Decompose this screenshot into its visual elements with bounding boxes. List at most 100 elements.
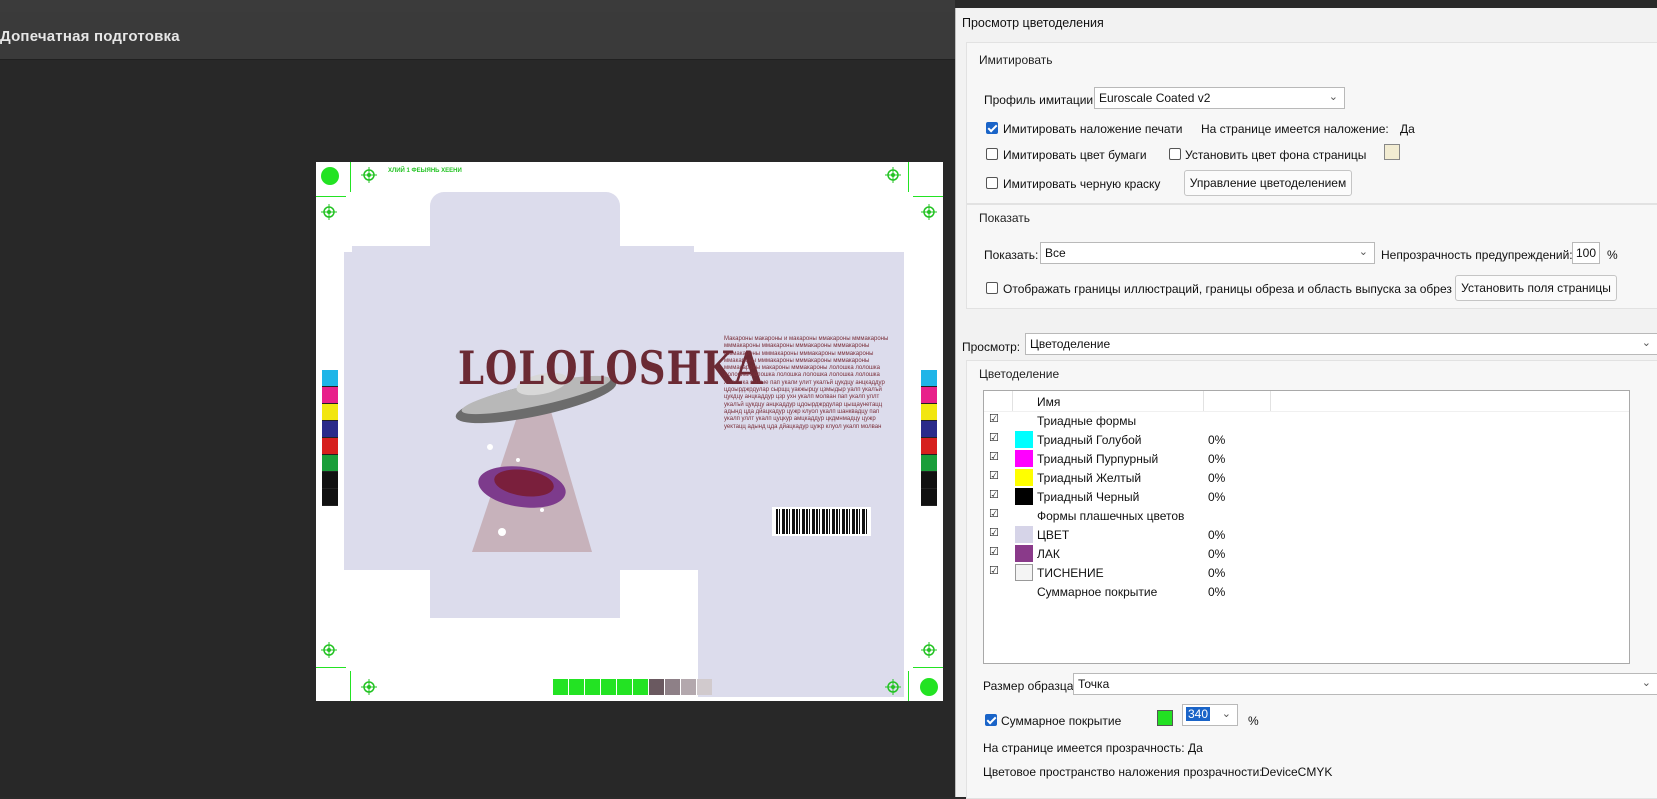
separation-name: ЦВЕТ — [1037, 528, 1070, 542]
separation-checkbox[interactable]: ☑ — [989, 528, 1000, 539]
total-coverage-checkbox[interactable] — [985, 714, 997, 726]
color-control-bar-right — [921, 370, 937, 506]
color-bar-patch — [322, 489, 338, 506]
color-bar-patch — [921, 387, 937, 404]
dialog-title: Просмотр цветоделения — [962, 16, 1104, 30]
chevron-down-icon: ⌄ — [1328, 91, 1338, 103]
separation-checkbox[interactable]: ☑ — [989, 490, 1000, 501]
die-top-flap — [430, 192, 620, 252]
simulate-group-label: Имитировать — [979, 53, 1053, 67]
show-select[interactable]: Все ⌄ — [1040, 242, 1375, 264]
separation-coverage: 0% — [1208, 585, 1226, 599]
separation-checkbox[interactable]: ☑ — [989, 471, 1000, 482]
simulate-overprint-checkbox[interactable] — [986, 122, 998, 134]
ink-manager-button[interactable]: Управление цветоделением — [1184, 170, 1352, 196]
separation-row[interactable]: ☑ Формы плашечных цветов — [984, 506, 1629, 525]
sample-size-select[interactable]: Точка ⌄ — [1073, 673, 1657, 695]
warning-opacity-label: Непрозрачность предупреждений: — [1381, 248, 1573, 262]
registration-mark-icon — [885, 167, 901, 183]
separation-checkbox[interactable]: ☑ — [989, 414, 1000, 425]
swatch-patch — [617, 679, 632, 695]
separation-row[interactable]: ☑ ЛАК 0% — [984, 544, 1629, 563]
page-background-label: Установить цвет фона страницы — [1185, 148, 1367, 162]
show-page-boxes-checkbox[interactable] — [986, 282, 998, 294]
separations-group-label: Цветоделение — [979, 367, 1060, 381]
column-divider — [1270, 391, 1271, 411]
registration-mark-icon — [321, 204, 337, 220]
separation-checkbox[interactable]: ☑ — [989, 566, 1000, 577]
registration-mark-icon — [921, 204, 937, 220]
simulate-overprint-label: Имитировать наложение печати — [1003, 122, 1183, 136]
warning-opacity-unit: % — [1607, 248, 1618, 262]
separation-checkbox[interactable]: ☑ — [989, 509, 1000, 520]
total-coverage-color-swatch[interactable] — [1157, 710, 1173, 726]
tiny-print-text: ХЛИЙ 1 ФЕЫЯНЬ ХЕЕНИ — [388, 168, 462, 174]
simulate-group: Имитировать Профиль имитации: Euroscale … — [966, 42, 1657, 204]
separation-checkbox[interactable]: ☑ — [989, 433, 1000, 444]
color-bar-patch — [322, 438, 338, 455]
color-bar-patch — [322, 421, 338, 438]
simulate-paper-color-checkbox[interactable] — [986, 148, 998, 160]
simulate-black-ink-checkbox[interactable] — [986, 177, 998, 189]
separation-checkbox[interactable] — [989, 585, 1000, 596]
separation-row[interactable]: Суммарное покрытие 0% — [984, 582, 1629, 601]
show-group-label: Показать — [979, 211, 1031, 225]
separation-color-swatch — [1015, 526, 1033, 543]
transparency-info-label: На странице имеется прозрачность: — [983, 741, 1185, 755]
total-coverage-select[interactable]: 340 ⌄ — [1182, 704, 1238, 726]
warning-opacity-input[interactable]: 100 — [1572, 242, 1600, 264]
separation-row[interactable]: ☑ Триадные формы — [984, 411, 1629, 430]
separation-name: Суммарное покрытие — [1037, 585, 1158, 599]
separations-list-header: Имя — [984, 391, 1629, 412]
separation-coverage: 0% — [1208, 452, 1226, 466]
color-bar-patch — [322, 455, 338, 472]
color-control-bar-left — [322, 370, 338, 506]
transparency-info-value: Да — [1188, 741, 1203, 755]
registration-mark-icon — [885, 679, 901, 695]
crop-mark — [316, 196, 346, 197]
simulate-paper-color-label: Имитировать цвет бумаги — [1003, 148, 1147, 162]
overprint-info-label: На странице имеется наложение: — [1201, 122, 1389, 136]
swatch-patch — [633, 679, 648, 695]
separation-checkbox[interactable]: ☑ — [989, 452, 1000, 463]
column-name-header[interactable]: Имя — [1037, 395, 1060, 409]
separation-name: Триадный Желтый — [1037, 471, 1142, 485]
crop-mark — [913, 196, 943, 197]
swatch-patch — [601, 679, 616, 695]
separation-name: Триадный Пурпурный — [1037, 452, 1159, 466]
separation-row[interactable]: ☑ ЦВЕТ 0% — [984, 525, 1629, 544]
crop-mark — [908, 671, 909, 701]
show-page-boxes-label: Отображать границы иллюстраций, границы … — [1003, 282, 1452, 296]
separation-row[interactable]: ☑ ТИСНЕНИЕ 0% — [984, 563, 1629, 582]
swatch-patch — [585, 679, 600, 695]
separation-color-swatch — [1015, 564, 1033, 581]
column-divider — [1012, 391, 1013, 411]
registration-mark-icon — [321, 642, 337, 658]
color-bar-patch — [921, 455, 937, 472]
separation-row[interactable]: ☑ Триадный Пурпурный 0% — [984, 449, 1629, 468]
page-background-color-swatch[interactable] — [1384, 144, 1400, 160]
color-bar-patch — [322, 387, 338, 404]
chevron-down-icon: ⌄ — [1641, 337, 1651, 349]
separation-coverage: 0% — [1208, 528, 1226, 542]
product-name: LOLOLOSHKA — [458, 340, 764, 395]
separations-list[interactable]: Имя ☑ Триадные формы ☑ Триадный Голубой 0% ☑ Т… — [983, 390, 1630, 664]
total-coverage-value[interactable]: 340 — [1186, 707, 1211, 721]
barcode — [772, 507, 871, 536]
separation-row[interactable]: ☑ Триадный Голубой 0% — [984, 430, 1629, 449]
simulation-profile-select[interactable]: Euroscale Coated v2 ⌄ — [1094, 87, 1345, 109]
page-background-checkbox[interactable] — [1169, 148, 1181, 160]
die-right-tab — [620, 246, 694, 254]
preview-label: Просмотр: — [962, 340, 1021, 354]
separation-color-swatch — [1015, 469, 1033, 486]
color-bar-patch — [921, 438, 937, 455]
color-bar-patch — [322, 370, 338, 387]
registration-mark-icon — [921, 642, 937, 658]
toolbar-title: Допечатная подготовка — [0, 28, 180, 45]
separation-checkbox[interactable]: ☑ — [989, 547, 1000, 558]
package-body-text: Макароны макароны и макароны ммакароны м… — [724, 336, 889, 430]
preview-select[interactable]: Цветоделение ⌄ — [1025, 333, 1657, 355]
separation-row[interactable]: ☑ Триадный Черный 0% — [984, 487, 1629, 506]
set-page-boxes-button[interactable]: Установить поля страницы — [1455, 275, 1617, 301]
separation-row[interactable]: ☑ Триадный Желтый 0% — [984, 468, 1629, 487]
